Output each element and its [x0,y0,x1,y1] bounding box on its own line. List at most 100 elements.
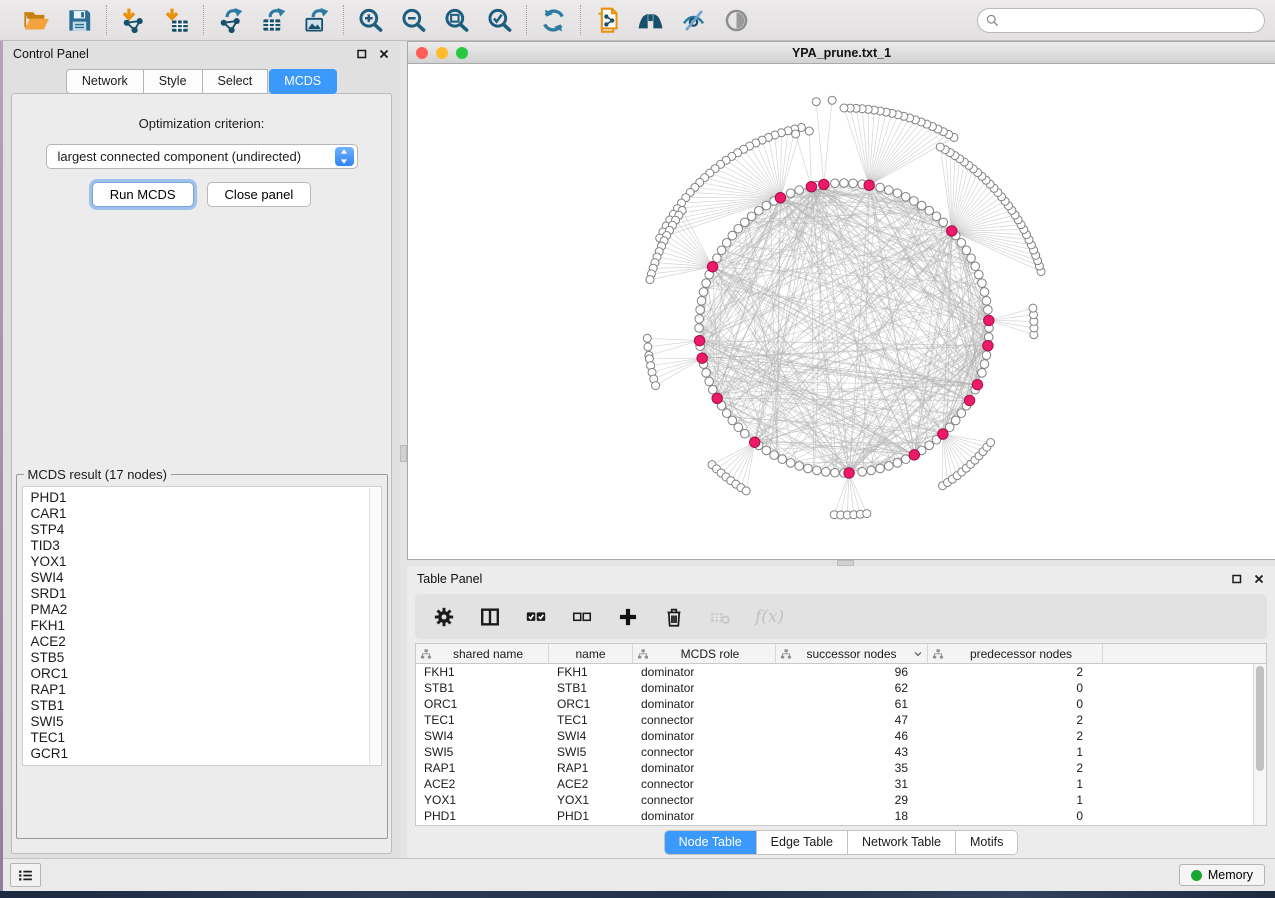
table-row[interactable]: SWI5SWI5connector431 [416,744,1253,760]
mcds-result-list[interactable]: PHD1CAR1STP4TID3YOX1SWI4SRD1PMA2FKH1ACE2… [22,486,382,766]
tab-network-table[interactable]: Network Table [847,831,955,854]
trash-button[interactable] [663,606,685,628]
table-cell[interactable]: SWI5 [549,744,633,760]
table-row[interactable]: SWI4SWI4dominator462 [416,728,1253,744]
binoculars-button[interactable] [637,7,664,34]
table-cell[interactable]: 35 [776,760,928,776]
table-cell[interactable]: 31 [776,776,928,792]
table-cell[interactable]: ACE2 [549,776,633,792]
table-cell[interactable]: STB1 [549,680,633,696]
table-cell[interactable]: ACE2 [416,776,549,792]
table-row[interactable]: ORC1ORC1dominator610 [416,696,1253,712]
vertical-splitter-grip[interactable] [400,445,407,462]
table-cell[interactable]: 1 [928,744,1103,760]
table-cell[interactable]: TEC1 [549,712,633,728]
table-cell[interactable]: 47 [776,712,928,728]
table-cell[interactable]: 62 [776,680,928,696]
vertical-splitter[interactable] [400,41,407,858]
table-row[interactable]: FKH1FKH1dominator962 [416,664,1253,680]
table-cell[interactable]: ORC1 [549,696,633,712]
column-header-MCDS-role[interactable]: MCDS role [633,644,776,663]
table-cell[interactable]: 43 [776,744,928,760]
table-cell[interactable]: 96 [776,664,928,680]
table-cell[interactable]: 2 [928,712,1103,728]
tab-motifs[interactable]: Motifs [955,831,1017,854]
column-header-successor-nodes[interactable]: successor nodes [776,644,928,663]
open-folder-button[interactable] [23,7,50,34]
table-cell[interactable]: 61 [776,696,928,712]
zoom-out-button[interactable] [400,7,427,34]
table-cell[interactable]: YOX1 [416,792,549,808]
network-canvas[interactable] [408,64,1275,559]
deselect-all-button[interactable] [571,606,593,628]
table-cell[interactable]: connector [633,792,776,808]
memory-button[interactable]: Memory [1179,864,1265,886]
table-cell[interactable]: 2 [928,760,1103,776]
table-cell[interactable]: FKH1 [416,664,549,680]
table-cell[interactable]: 2 [928,728,1103,744]
refresh-button[interactable] [540,7,567,34]
float-table-panel-icon[interactable] [1231,573,1243,585]
tab-node-table[interactable]: Node Table [665,831,756,854]
table-cell[interactable]: YOX1 [549,792,633,808]
zoom-in-button[interactable] [357,7,384,34]
minimize-window-icon[interactable] [436,47,448,59]
table-cell[interactable]: dominator [633,808,776,824]
table-row[interactable]: YOX1YOX1connector291 [416,792,1253,808]
table-cell[interactable]: 29 [776,792,928,808]
table-row[interactable]: PHD1PHD1dominator180 [416,808,1253,824]
close-panel-icon[interactable] [378,48,390,60]
zoom-selected-button[interactable] [486,7,513,34]
hide-details-button[interactable] [680,7,707,34]
horizontal-splitter[interactable] [407,560,1275,566]
search-input[interactable] [977,8,1265,33]
table-cell[interactable]: dominator [633,696,776,712]
horizontal-splitter-grip[interactable] [837,560,854,566]
column-header-shared-name[interactable]: shared name [416,644,549,663]
table-cell[interactable]: 18 [776,808,928,824]
zoom-window-icon[interactable] [456,47,468,59]
table-row[interactable]: STB1STB1dominator620 [416,680,1253,696]
table-cell[interactable]: 0 [928,696,1103,712]
table-cell[interactable]: SWI4 [549,728,633,744]
table-scrollbar[interactable] [1253,664,1266,825]
export-network-button[interactable] [217,7,244,34]
zoom-fit-button[interactable] [443,7,470,34]
table-cell[interactable]: ORC1 [416,696,549,712]
float-panel-icon[interactable] [356,48,368,60]
table-cell[interactable]: 0 [928,808,1103,824]
close-panel-button[interactable]: Close panel [207,182,312,207]
table-cell[interactable]: PHD1 [549,808,633,824]
table-cell[interactable]: RAP1 [549,760,633,776]
table-cell[interactable]: 1 [928,776,1103,792]
export-table-button[interactable] [260,7,287,34]
table-cell[interactable]: SWI5 [416,744,549,760]
tab-edge-table[interactable]: Edge Table [756,831,847,854]
add-button[interactable] [617,606,639,628]
table-cell[interactable]: PHD1 [416,808,549,824]
table-cell[interactable]: dominator [633,664,776,680]
columns-button[interactable] [479,606,501,628]
table-cell[interactable]: dominator [633,760,776,776]
table-cell[interactable]: connector [633,776,776,792]
column-header-name[interactable]: name [549,644,633,663]
column-header-predecessor-nodes[interactable]: predecessor nodes [928,644,1103,663]
close-window-icon[interactable] [416,47,428,59]
table-cell[interactable]: FKH1 [549,664,633,680]
table-row[interactable]: TEC1TEC1connector472 [416,712,1253,728]
table-cell[interactable]: RAP1 [416,760,549,776]
table-cell[interactable]: STB1 [416,680,549,696]
export-image-button[interactable] [303,7,330,34]
table-cell[interactable]: 2 [928,664,1103,680]
gear-button[interactable] [433,606,455,628]
optimization-criterion-select[interactable]: largest connected component (undirected) [46,144,358,169]
table-cell[interactable]: 1 [928,792,1103,808]
task-history-button[interactable] [10,863,41,887]
table-scrollbar-thumb[interactable] [1256,666,1264,771]
table-cell[interactable]: 46 [776,728,928,744]
table-cell[interactable]: connector [633,712,776,728]
share-document-button[interactable] [594,7,621,34]
mcds-result-scrollbar[interactable] [369,488,380,764]
table-cell[interactable]: TEC1 [416,712,549,728]
tab-select[interactable]: Select [203,69,269,94]
